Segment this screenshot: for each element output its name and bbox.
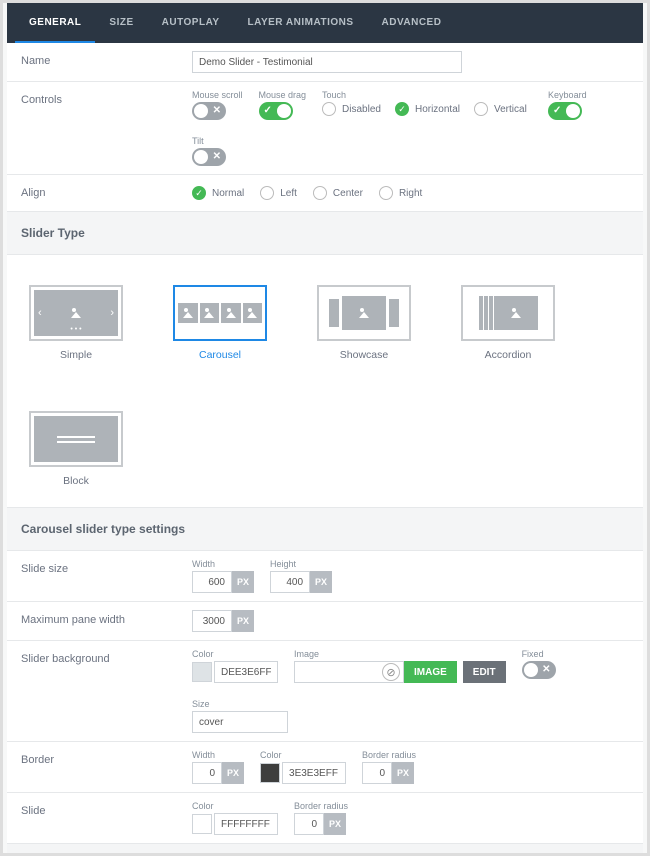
mouse-scroll-toggle[interactable]: ✕ [192, 102, 226, 120]
bg-label: Slider background [7, 641, 182, 741]
slide-height-input[interactable] [270, 571, 310, 593]
tilt-toggle[interactable]: ✕ [192, 148, 226, 166]
border-color-input[interactable] [282, 762, 346, 784]
slide-label: Slide [7, 793, 182, 843]
border-width-input[interactable] [192, 762, 222, 784]
px-unit: PX [232, 571, 254, 593]
type-carousel[interactable]: Carousel [173, 285, 267, 361]
tab-layer-animations[interactable]: LAYER ANIMATIONS [234, 3, 368, 43]
slide-size-label: Slide size [7, 551, 182, 601]
animation-settings-head: Animation settings [7, 844, 643, 853]
align-center[interactable]: Center [313, 183, 363, 203]
border-color-swatch[interactable] [260, 763, 280, 783]
align-label: Align [7, 175, 182, 211]
mouse-drag-cap: Mouse drag [259, 90, 307, 100]
tab-autoplay[interactable]: AUTOPLAY [148, 3, 234, 43]
name-input[interactable] [192, 51, 462, 73]
slide-width-input[interactable] [192, 571, 232, 593]
align-left[interactable]: Left [260, 183, 297, 203]
touch-horizontal[interactable]: Horizontal [395, 102, 460, 116]
edit-button[interactable]: EDIT [463, 661, 506, 683]
controls-label: Controls [7, 82, 182, 174]
slide-color-input[interactable] [214, 813, 278, 835]
max-pane-label: Maximum pane width [7, 602, 182, 640]
type-simple[interactable]: ‹›• • • Simple [29, 285, 123, 361]
tab-size[interactable]: SIZE [95, 3, 147, 43]
keyboard-toggle[interactable]: ✓ [548, 102, 582, 120]
bg-color-swatch[interactable] [192, 662, 212, 682]
tab-advanced[interactable]: ADVANCED [368, 3, 456, 43]
slider-type-head: Slider Type [7, 212, 643, 255]
bg-size-input[interactable] [192, 711, 288, 733]
align-normal[interactable]: Normal [192, 183, 244, 203]
carousel-settings-head: Carousel slider type settings [7, 508, 643, 551]
align-right[interactable]: Right [379, 183, 422, 203]
touch-vertical[interactable]: Vertical [474, 102, 527, 116]
tab-general[interactable]: GENERAL [15, 3, 95, 43]
keyboard-cap: Keyboard [548, 90, 587, 100]
touch-disabled[interactable]: Disabled [322, 102, 381, 116]
tilt-cap: Tilt [192, 136, 226, 146]
border-radius-input[interactable] [362, 762, 392, 784]
type-block[interactable]: Block [29, 411, 123, 487]
border-label: Border [7, 742, 182, 792]
max-pane-input[interactable] [192, 610, 232, 632]
touch-cap: Touch [322, 90, 532, 100]
bg-fixed-toggle[interactable]: ✕ [522, 661, 556, 679]
type-showcase[interactable]: Showcase [317, 285, 411, 361]
clear-image-icon[interactable]: ⊘ [382, 663, 400, 681]
name-label: Name [7, 43, 182, 81]
image-button[interactable]: IMAGE [404, 661, 457, 683]
tab-bar: GENERAL SIZE AUTOPLAY LAYER ANIMATIONS A… [7, 3, 643, 43]
slide-radius-input[interactable] [294, 813, 324, 835]
slide-color-swatch[interactable] [192, 814, 212, 834]
mouse-scroll-cap: Mouse scroll [192, 90, 243, 100]
mouse-drag-toggle[interactable]: ✓ [259, 102, 293, 120]
type-accordion[interactable]: Accordion [461, 285, 555, 361]
bg-color-input[interactable] [214, 661, 278, 683]
